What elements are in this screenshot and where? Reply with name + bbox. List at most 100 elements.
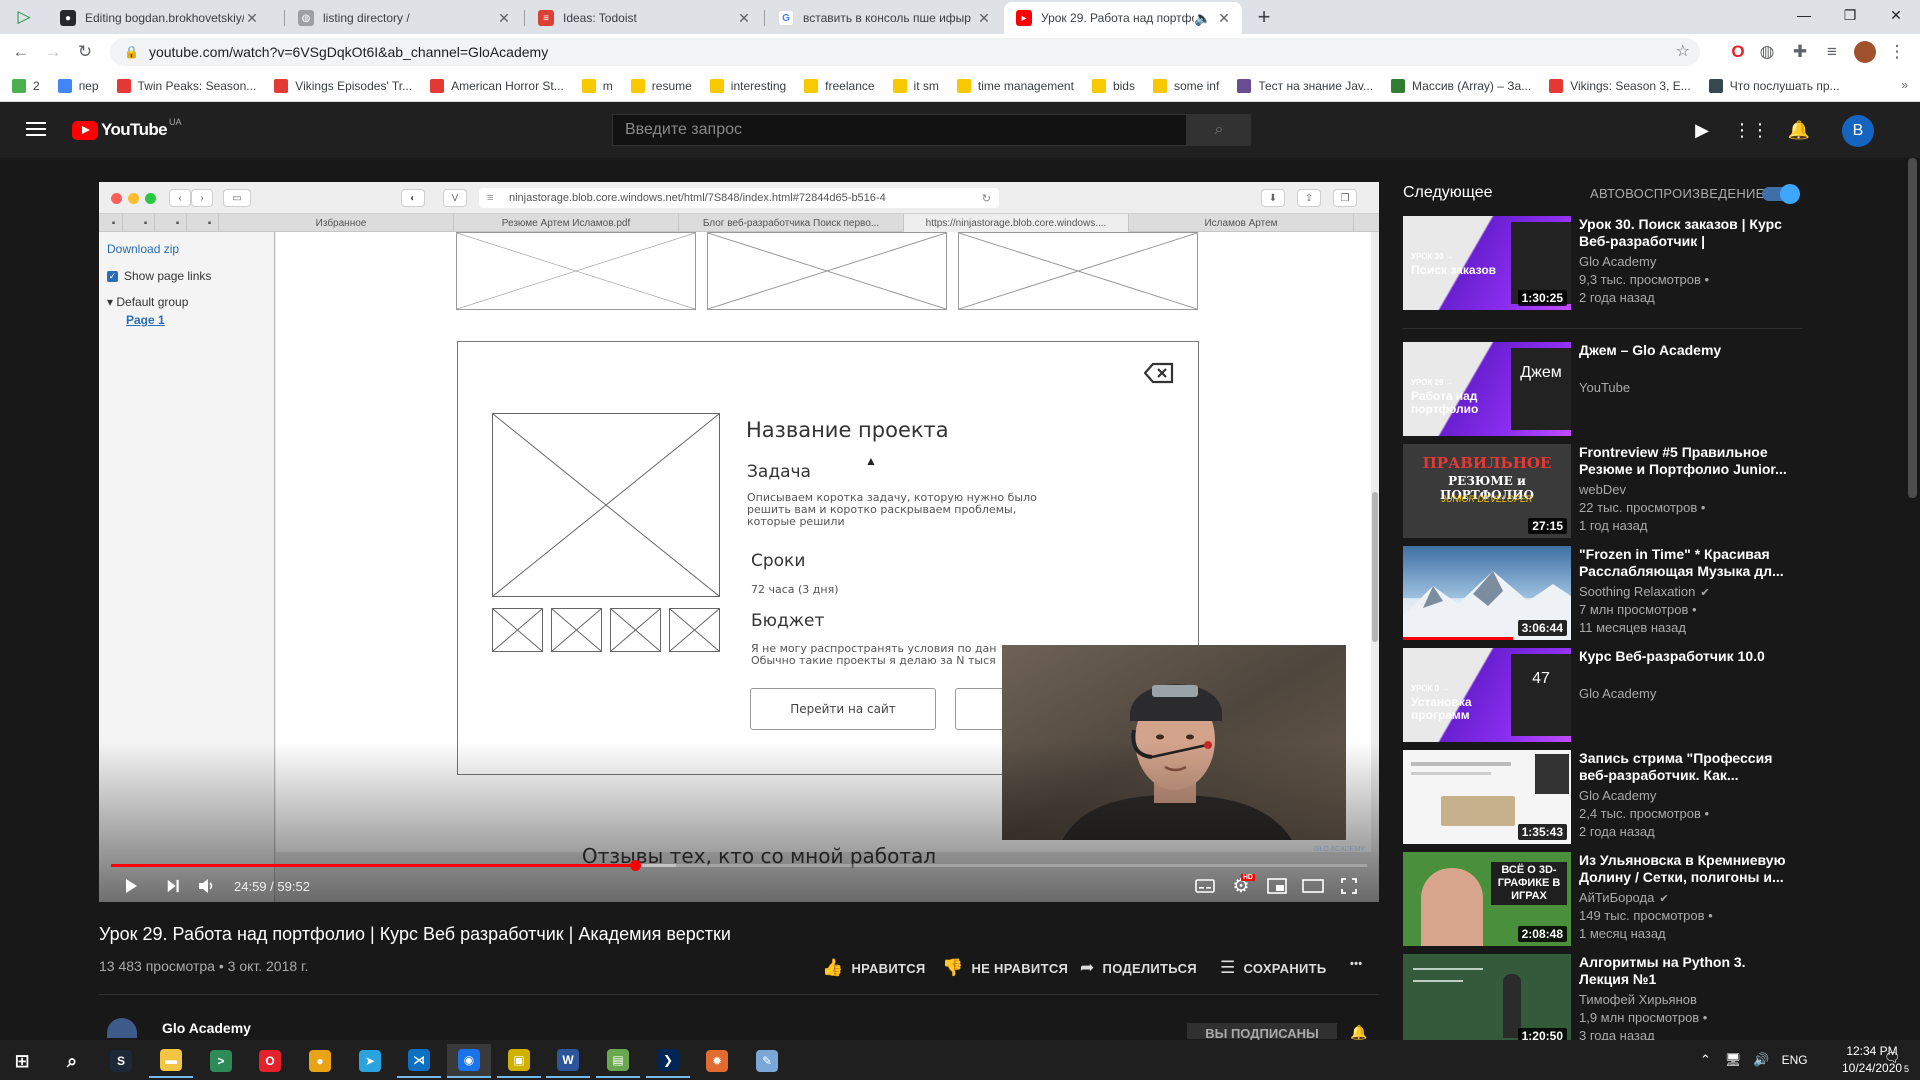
- video-thumbnail[interactable]: УРОК 0 → Установка программ 47: [1403, 648, 1571, 742]
- powershell-icon[interactable]: ❯: [646, 1044, 690, 1078]
- more-actions-button[interactable]: •••: [1350, 958, 1362, 970]
- browser-tab-active[interactable]: ▸ Урок 29. Работа над портфо 🔈 ✕: [1004, 2, 1242, 34]
- bookmark-item[interactable]: Vikings: Season 3, E...: [1549, 78, 1691, 93]
- reading-list-icon[interactable]: ≡: [1820, 40, 1844, 64]
- browser-tab[interactable]: ● Editing bogdan.brokhovetskiy/RE ✕: [48, 2, 270, 34]
- video-thumbnail[interactable]: 3:06:44: [1403, 546, 1571, 640]
- apps-grid-icon[interactable]: ⋮⋮: [1733, 118, 1769, 142]
- recommended-channel[interactable]: Glo Academy: [1579, 686, 1656, 701]
- photo-app-icon[interactable]: ▣: [497, 1044, 541, 1078]
- settings-gear-icon[interactable]: ⚙ HD: [1227, 874, 1255, 898]
- recommended-video[interactable]: 1:20:50 Алгоритмы на Python 3. Лекция №1 Т…: [1403, 954, 1803, 1048]
- bookmark-item[interactable]: Vikings Episodes' Tr...: [274, 78, 412, 93]
- recommended-video[interactable]: 1:35:43 Запись стрима "Профессия веб-разр…: [1403, 750, 1803, 844]
- back-arrow-icon[interactable]: ←: [9, 40, 33, 64]
- recommended-channel[interactable]: Glo Academy: [1579, 254, 1656, 269]
- paint-icon[interactable]: ✎: [745, 1044, 789, 1078]
- video-thumbnail[interactable]: 1:35:43: [1403, 750, 1571, 844]
- media-play-icon[interactable]: ▷: [12, 5, 36, 29]
- bookmark-item[interactable]: Что послушать пр...: [1708, 78, 1840, 93]
- user-avatar[interactable]: B: [1842, 115, 1874, 147]
- like-button[interactable]: 👍 НРАВИТСЯ: [822, 958, 926, 978]
- recommended-channel[interactable]: webDev: [1579, 482, 1626, 497]
- notepad-icon[interactable]: ▤: [596, 1044, 640, 1078]
- bookmark-item[interactable]: Массив (Array) – За...: [1391, 78, 1531, 93]
- subscribed-button[interactable]: ВЫ ПОДПИСАНЫ: [1187, 1023, 1337, 1041]
- bookmark-item[interactable]: it sm: [892, 78, 939, 93]
- recommended-title[interactable]: Frontreview #5 Правильное Резюме и Портф…: [1579, 444, 1789, 478]
- lock-icon[interactable]: 🔒: [124, 45, 139, 59]
- bookmark-item[interactable]: m: [581, 78, 613, 93]
- vpn-extension-icon[interactable]: ◍: [1755, 40, 1779, 64]
- next-button[interactable]: [161, 874, 185, 898]
- progress-bar[interactable]: [111, 860, 1367, 871]
- channel-avatar[interactable]: [107, 1018, 137, 1038]
- recommended-channel[interactable]: Тимофей Хирьянов: [1579, 992, 1697, 1007]
- recommended-video[interactable]: ВСЁ О 3D-ГРАФИКЕ В ИГРАХ 2:08:48 Из Ульяно…: [1403, 852, 1803, 946]
- bookmark-item[interactable]: interesting: [709, 78, 786, 93]
- create-video-icon[interactable]: ▶: [1690, 118, 1714, 142]
- restore-button[interactable]: ❐: [1827, 0, 1873, 30]
- bookmark-item[interactable]: time management: [956, 78, 1074, 93]
- recommended-title[interactable]: Алгоритмы на Python 3. Лекция №1: [1579, 954, 1789, 988]
- puzzle-extension-icon[interactable]: ✚: [1788, 40, 1812, 64]
- steam-icon[interactable]: S: [99, 1044, 143, 1078]
- file-explorer-icon[interactable]: ▬: [149, 1044, 193, 1078]
- bookmark-item[interactable]: Тест на знание Jav...: [1237, 78, 1373, 93]
- play-button[interactable]: [119, 874, 143, 898]
- close-tab-icon[interactable]: ✕: [976, 10, 992, 27]
- fullscreen-icon[interactable]: [1335, 874, 1363, 898]
- bookmark-item[interactable]: freelance: [804, 78, 875, 93]
- notification-bell-icon[interactable]: 🔔: [1350, 1024, 1367, 1041]
- search-input[interactable]: Введите запрос: [612, 114, 1187, 146]
- video-player[interactable]: ‹ › ▭ ◐ V ≡ ninjastorage.blob.core.windo…: [99, 182, 1379, 902]
- reload-icon[interactable]: ↻: [73, 40, 97, 64]
- search-button[interactable]: ⌕: [1187, 114, 1251, 146]
- windows-start-icon[interactable]: ⊞: [0, 1044, 44, 1078]
- video-thumbnail[interactable]: ВСЁ О 3D-ГРАФИКЕ В ИГРАХ 2:08:48: [1403, 852, 1571, 946]
- recommended-video[interactable]: УРОК 30 → Поиск заказов 1:30:25 Урок 30. По…: [1403, 216, 1803, 310]
- close-tab-icon[interactable]: ✕: [496, 10, 512, 27]
- share-button[interactable]: ➦ ПОДЕЛИТЬСЯ: [1080, 958, 1197, 978]
- recommended-title[interactable]: Курс Веб-разработчик 10.0: [1579, 648, 1789, 665]
- network-icon[interactable]: 🖥: [1725, 1052, 1742, 1068]
- video-thumbnail[interactable]: УРОК 29 → Работа над портфолио Джем: [1403, 342, 1571, 436]
- close-tab-icon[interactable]: ✕: [736, 10, 752, 27]
- bookmark-item[interactable]: Twin Peaks: Season...: [116, 78, 256, 93]
- recommended-video[interactable]: 3:06:44 "Frozen in Time" * Красивая Рассл…: [1403, 546, 1803, 640]
- autoplay-toggle[interactable]: [1762, 184, 1800, 204]
- video-thumbnail[interactable]: 1:20:50: [1403, 954, 1571, 1048]
- recommended-channel[interactable]: Soothing Relaxation ✔: [1579, 584, 1710, 599]
- bookmark-item[interactable]: 2: [12, 78, 40, 93]
- recommended-channel[interactable]: YouTube: [1579, 380, 1630, 395]
- notifications-bell-icon[interactable]: 🔔: [1787, 118, 1811, 142]
- speaker-icon[interactable]: 🔈: [1194, 10, 1211, 27]
- chrome-canary-icon[interactable]: ●: [298, 1044, 342, 1078]
- volume-tray-icon[interactable]: 🔊: [1753, 1052, 1769, 1068]
- telegram-icon[interactable]: ➤: [348, 1044, 392, 1078]
- opera-extension-icon[interactable]: O: [1726, 40, 1750, 64]
- browser-menu-icon[interactable]: ⋮: [1885, 40, 1909, 64]
- chrome-icon[interactable]: ◉: [447, 1044, 491, 1078]
- browser-tab[interactable]: ≡ Ideas: Todoist ✕: [526, 2, 762, 34]
- terminal-icon[interactable]: >: [199, 1044, 243, 1078]
- settings-app-icon[interactable]: ✹: [695, 1044, 739, 1078]
- menu-icon[interactable]: [24, 118, 48, 142]
- video-thumbnail[interactable]: УРОК 30 → Поиск заказов 1:30:25: [1403, 216, 1571, 310]
- recommended-video[interactable]: УРОК 29 → Работа над портфолио Джем Джем – …: [1403, 342, 1803, 436]
- recommended-title[interactable]: Урок 30. Поиск заказов | Курс Веб-разраб…: [1579, 216, 1789, 250]
- close-tab-icon[interactable]: ✕: [1216, 10, 1232, 27]
- bookmark-item[interactable]: resume: [630, 78, 692, 93]
- address-bar[interactable]: 🔒 youtube.com/watch?v=6VSgDqkOt6I&ab_cha…: [110, 38, 1700, 66]
- recommended-channel[interactable]: АйТиБорода ✔: [1579, 890, 1669, 905]
- forward-arrow-icon[interactable]: →: [41, 40, 65, 64]
- notification-center-icon[interactable]: 🗨 5: [1884, 1050, 1909, 1074]
- search-icon[interactable]: ⌕: [50, 1044, 94, 1078]
- channel-name[interactable]: Glo Academy: [162, 1020, 251, 1036]
- bookmark-item[interactable]: bids: [1091, 78, 1135, 93]
- language-indicator[interactable]: ENG: [1782, 1053, 1808, 1067]
- dislike-button[interactable]: 👎 НЕ НРАВИТСЯ: [942, 958, 1068, 978]
- video-thumbnail[interactable]: ПРАВИЛЬНОЕ РЕЗЮМЕ и ПОРТФОЛИО JUNIOR DEVEL…: [1403, 444, 1571, 538]
- new-tab-button[interactable]: +: [1252, 4, 1276, 29]
- recommended-title[interactable]: "Frozen in Time" * Красивая Расслабляюща…: [1579, 546, 1789, 580]
